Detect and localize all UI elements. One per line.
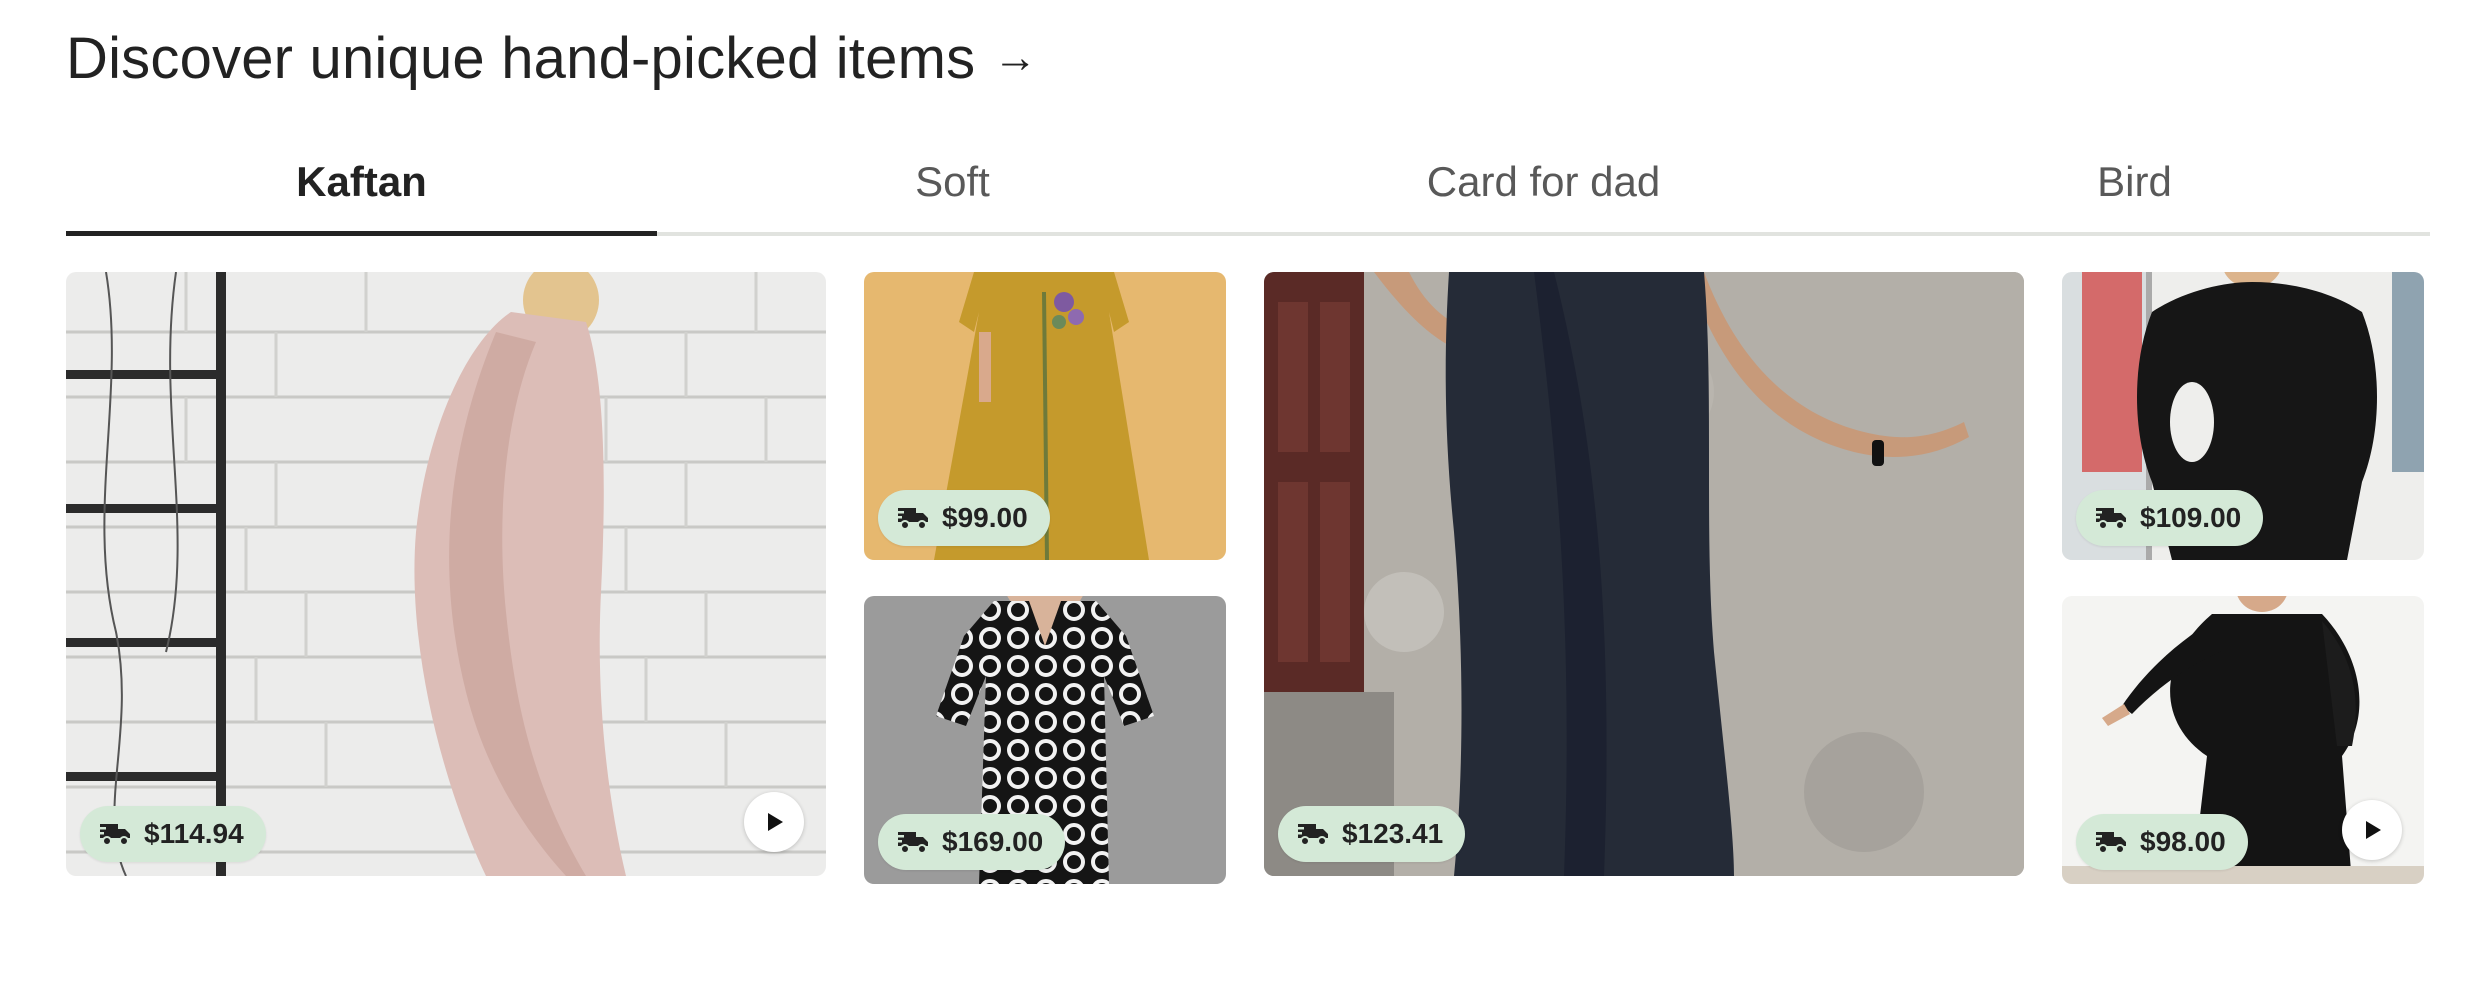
category-tabs: Kaftan Soft Card for dad Bird [66,140,2430,236]
listing-card[interactable]: $114.94 [66,272,826,876]
price-badge: $109.00 [2076,490,2264,546]
price-badge: $169.00 [878,814,1066,870]
arrow-right-icon: → [993,33,1038,82]
tab-label: Bird [2097,158,2172,205]
section-heading-link[interactable]: Discover unique hand-picked items → [66,18,1038,98]
listing-card[interactable]: $123.41 [1264,272,2024,876]
tab-soft[interactable]: Soft [657,140,1248,236]
listing-card[interactable]: $109.00 [2062,272,2424,560]
tab-card-for-dad[interactable]: Card for dad [1248,140,1839,236]
price: $169.00 [942,826,1044,857]
price-badge: $99.00 [878,490,1050,546]
tab-label: Kaftan [296,158,427,205]
listing-card[interactable]: $98.00 [2062,596,2424,884]
truck-icon [1296,824,1328,846]
tab-bird[interactable]: Bird [1839,140,2430,236]
play-icon [2366,821,2381,839]
price-badge: $123.41 [1278,806,1466,862]
listing-card[interactable]: $99.00 [864,272,1226,560]
price: $98.00 [2140,826,2226,857]
listing-card[interactable]: $169.00 [864,596,1226,884]
price: $114.94 [144,818,244,849]
price-badge: $98.00 [2076,814,2248,870]
truck-icon [2094,832,2126,854]
tab-label: Card for dad [1426,158,1661,205]
play-icon [768,813,783,831]
play-video-button[interactable] [744,792,804,852]
tab-label: Soft [915,158,990,205]
price: $123.41 [1342,818,1444,849]
price: $109.00 [2140,502,2242,533]
listing-image [66,272,826,876]
truck-icon [896,832,928,854]
section-title: Discover unique hand-picked items [66,25,976,91]
truck-icon [98,824,130,846]
truck-icon [896,508,928,530]
discover-section: Discover unique hand-picked items → Kaft… [0,0,2472,982]
price: $99.00 [942,502,1028,533]
price-badge: $114.94 [80,806,266,862]
play-video-button[interactable] [2342,800,2402,860]
tab-kaftan[interactable]: Kaftan [66,140,657,236]
truck-icon [2094,508,2126,530]
listing-image [1264,272,2024,876]
